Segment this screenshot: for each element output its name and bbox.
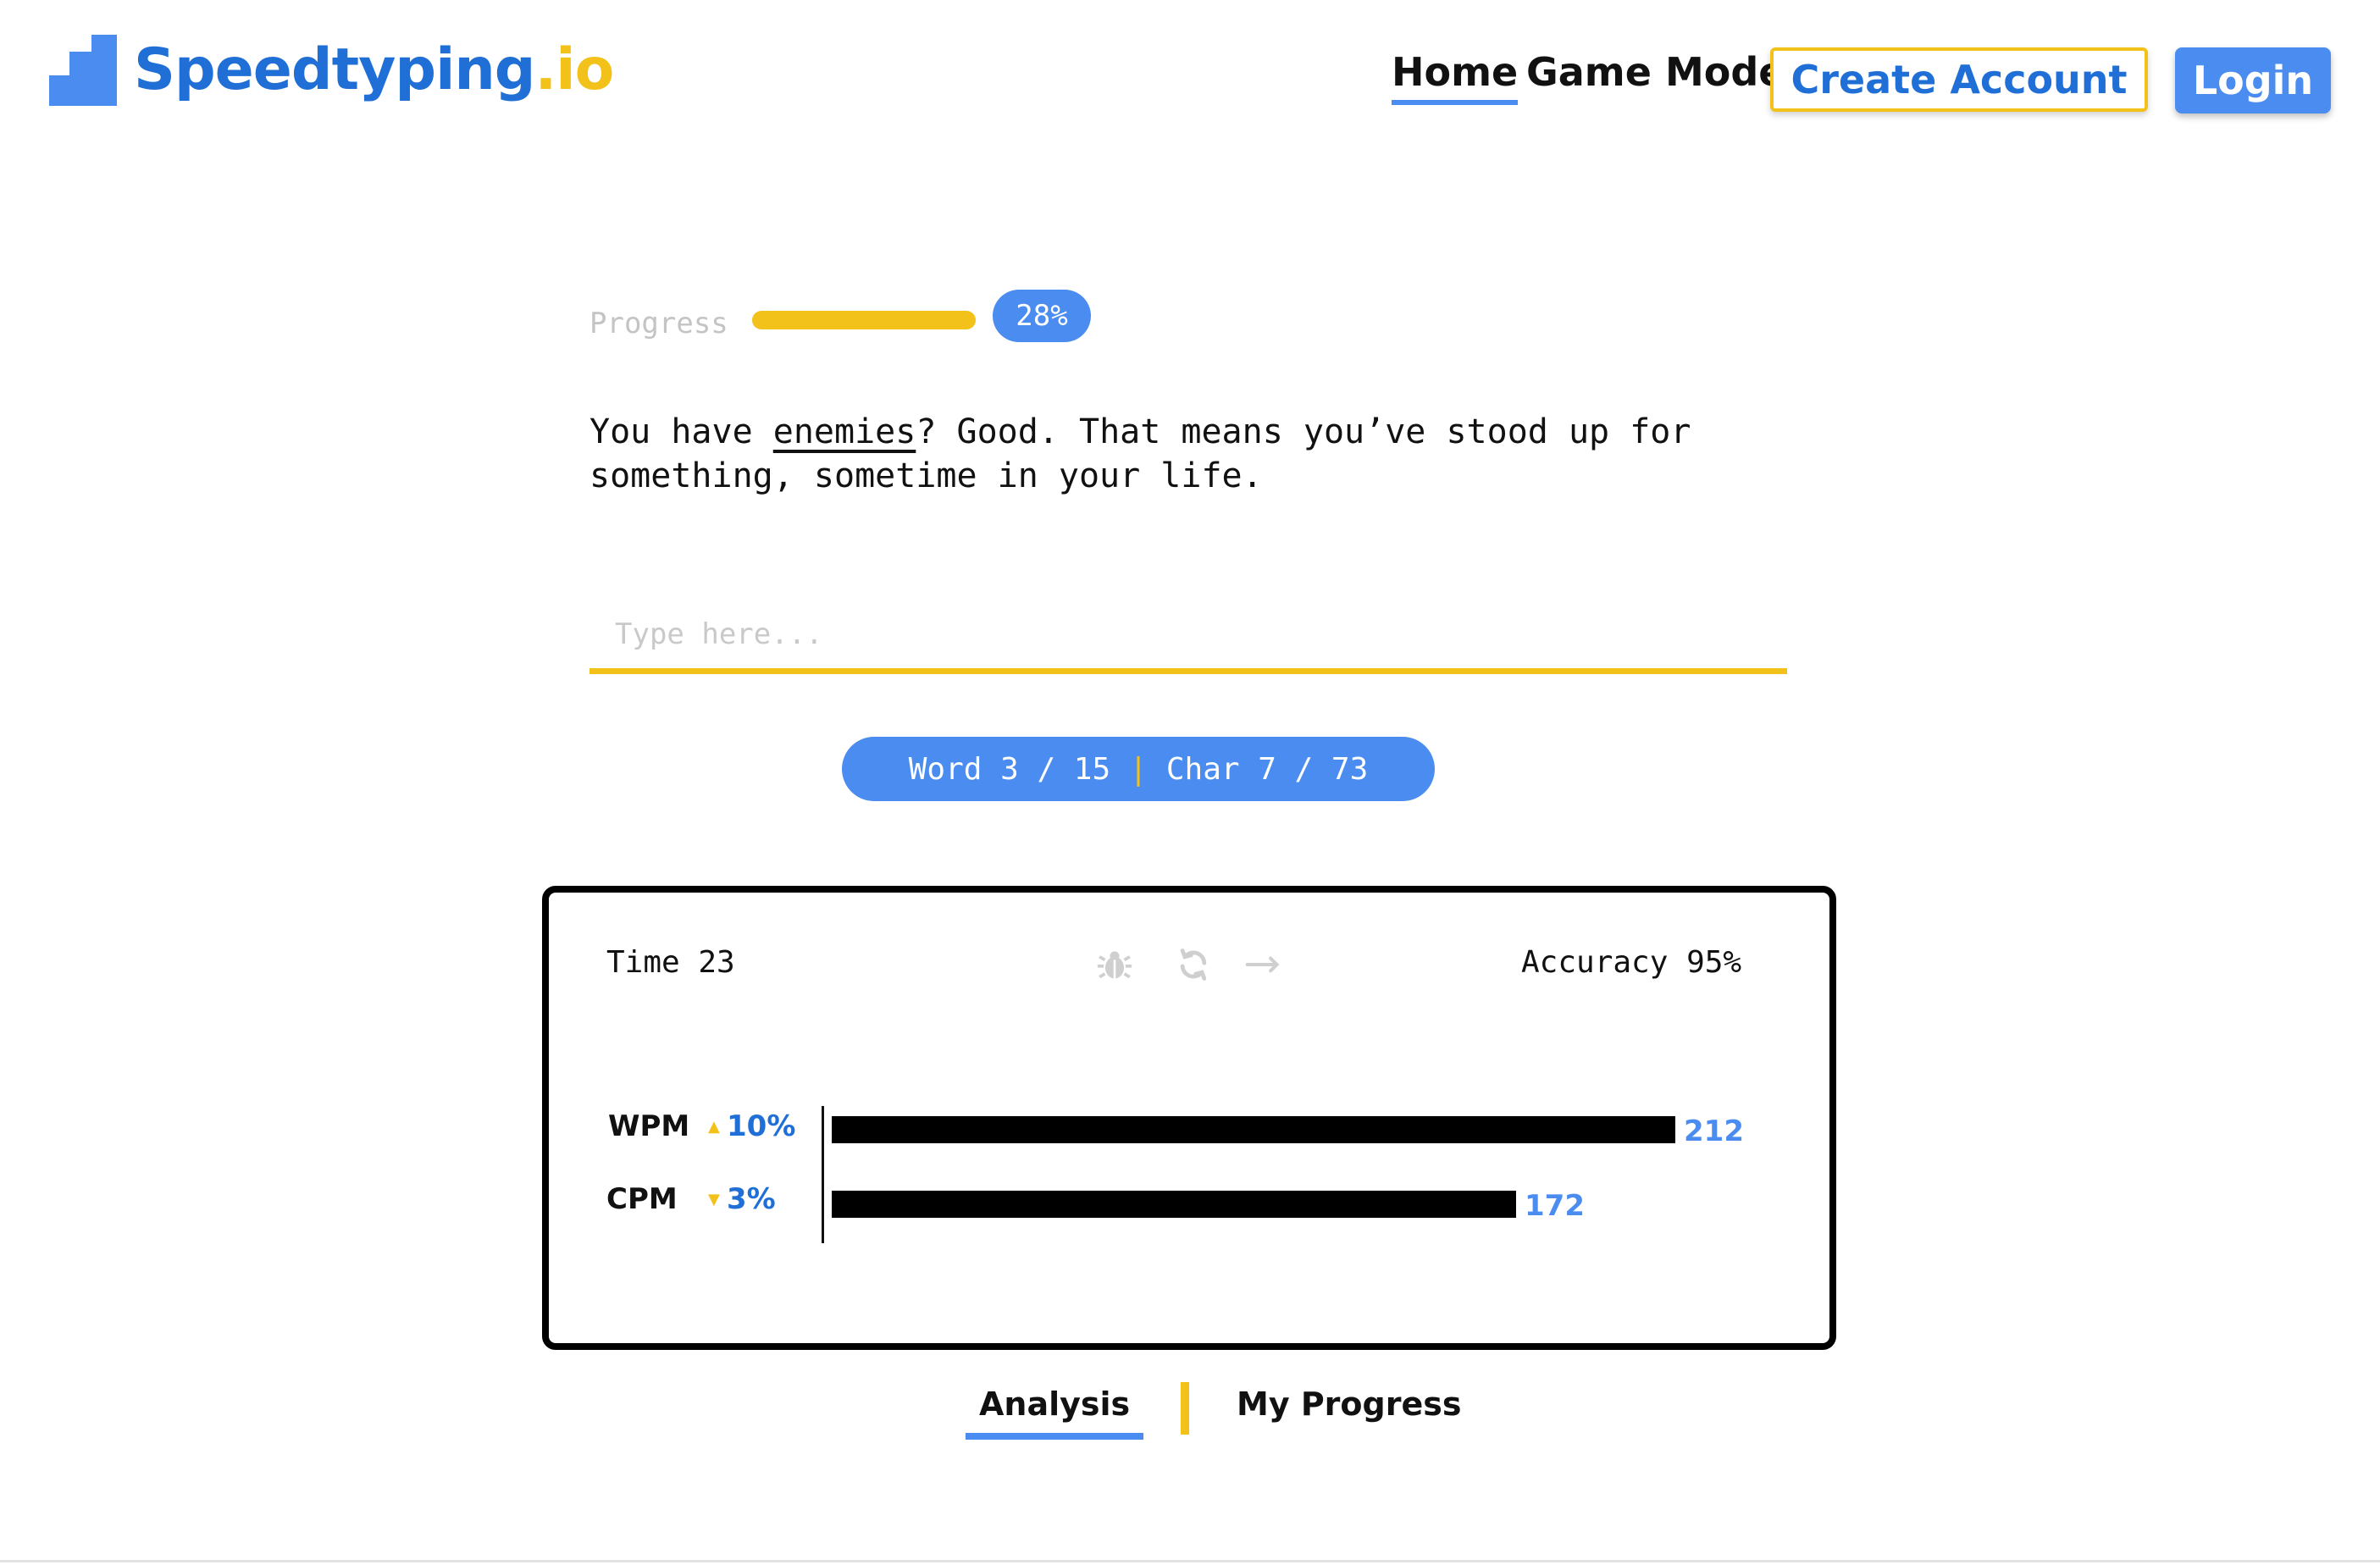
quote-text: You have enemies? Good. That means you’v… (589, 410, 1716, 498)
wpm-label: WPM (608, 1109, 690, 1143)
progress-bar (752, 311, 976, 329)
up-arrow-icon: ▲ (708, 1118, 720, 1136)
quote-current-word: enemies (772, 412, 916, 451)
login-button[interactable]: Login (2175, 47, 2331, 113)
nav-home[interactable]: Home (1392, 53, 1519, 105)
arrow-right-icon[interactable] (1242, 943, 1284, 986)
char-counter: Char 7 / 73 (1165, 751, 1369, 787)
tab-analysis[interactable]: Analysis (966, 1385, 1144, 1440)
bug-icon[interactable] (1093, 943, 1136, 986)
tab-separator (1181, 1382, 1189, 1435)
word-char-counter: Word 3 / 15 | Char 7 / 73 (842, 737, 1435, 801)
cpm-label: CPM (606, 1182, 678, 1216)
quote-before: You have (589, 412, 773, 451)
progress-percent-badge: 28% (993, 290, 1091, 342)
wpm-change: 10% (727, 1109, 796, 1143)
footer-divider (0, 1560, 2380, 1562)
chart-axis (822, 1106, 824, 1243)
logo-suffix-text: .io (534, 36, 614, 103)
wpm-value: 212 (1684, 1114, 1744, 1148)
time-label: Time 23 (606, 945, 735, 980)
tab-my-progress[interactable]: My Progress (1237, 1385, 1461, 1433)
logo-text: Speedtyping.io (134, 41, 614, 99)
nav-game-mode[interactable]: Game Mode (1526, 53, 1785, 91)
cpm-bar (832, 1191, 1516, 1218)
logo-stairs-icon (49, 35, 117, 106)
wpm-bar (832, 1116, 1675, 1143)
cpm-change: 3% (727, 1182, 776, 1216)
create-account-button[interactable]: Create Account (1770, 47, 2148, 112)
progress-label: Progress (589, 307, 728, 340)
logo[interactable]: Speedtyping.io (49, 34, 614, 107)
counter-separator: | (1129, 751, 1148, 787)
word-counter: Word 3 / 15 (908, 751, 1111, 787)
down-arrow-icon: ▼ (708, 1191, 720, 1208)
logo-main-text: Speedtyping (134, 36, 535, 103)
refresh-icon[interactable] (1172, 943, 1215, 986)
cpm-value: 172 (1525, 1189, 1585, 1223)
typing-input[interactable] (589, 606, 1787, 674)
accuracy-label: Accuracy 95% (1521, 945, 1742, 980)
